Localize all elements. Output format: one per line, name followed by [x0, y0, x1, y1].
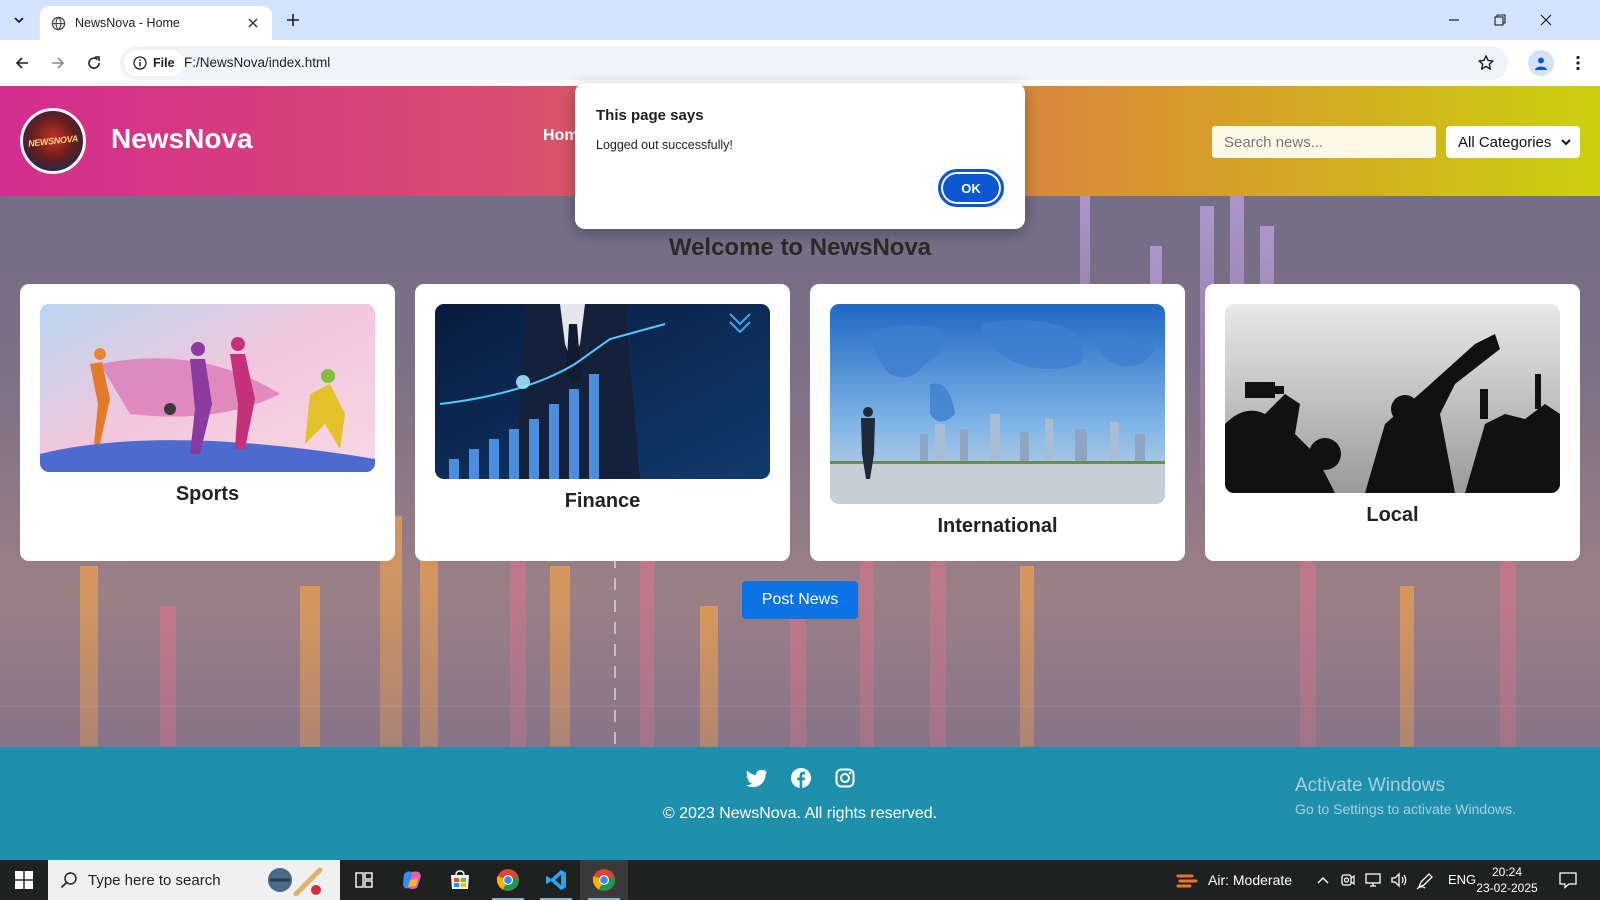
category-select-value: All Categories [1458, 133, 1552, 151]
dialog-message: Logged out successfully! [596, 138, 733, 152]
camera-icon[interactable] [1340, 872, 1356, 888]
browser-toolbar: File F:/NewsNova/index.html [0, 40, 1600, 86]
category-card-local[interactable]: Local [1205, 284, 1580, 561]
address-bar[interactable]: File F:/NewsNova/index.html [120, 46, 1508, 80]
vscode-taskbar-icon[interactable] [532, 860, 580, 900]
category-card-finance[interactable]: Finance [415, 284, 790, 561]
chevron-down-icon [1561, 139, 1571, 146]
search-news-input[interactable] [1212, 126, 1436, 158]
close-window-button[interactable] [1530, 6, 1562, 34]
copilot-icon[interactable] [388, 860, 436, 900]
bookmark-star-icon[interactable] [1476, 53, 1496, 73]
air-quality-text[interactable]: Air: Moderate [1208, 872, 1292, 888]
restore-icon [1494, 14, 1506, 26]
chrome-active-taskbar-icon[interactable] [580, 860, 628, 900]
info-icon [133, 56, 147, 70]
taskbar-search-box[interactable]: Type here to search [48, 860, 340, 900]
card-label-finance: Finance [564, 490, 641, 512]
category-card-international[interactable]: International [810, 284, 1185, 561]
globe-icon [50, 15, 66, 31]
chevron-up-icon[interactable] [1316, 874, 1330, 886]
category-card-sports[interactable]: Sports [20, 284, 395, 561]
restore-button[interactable] [1484, 6, 1516, 34]
browser-tab-bar: NewsNova - Home [0, 0, 1600, 40]
windows-activation-watermark: Activate Windows Go to Settings to activ… [1295, 775, 1516, 817]
international-image [830, 304, 1165, 504]
card-label-sports: Sports [175, 483, 240, 505]
plus-icon [287, 14, 299, 26]
site-logo[interactable]: NEWSNOVA [20, 108, 86, 174]
back-button[interactable] [8, 49, 36, 77]
microsoft-store-icon[interactable] [436, 860, 484, 900]
reload-icon [88, 56, 100, 69]
card-label-international: International [937, 515, 1058, 537]
sports-image [40, 304, 375, 472]
air-quality-icon[interactable] [1176, 870, 1198, 892]
volume-icon[interactable] [1390, 872, 1408, 888]
close-tab-icon[interactable] [244, 14, 262, 32]
close-icon [1540, 14, 1552, 26]
watermark-title: Activate Windows [1295, 775, 1445, 796]
taskbar-clock[interactable]: 20:24 23-02-2025 [1474, 864, 1540, 896]
facebook-icon[interactable] [790, 767, 812, 789]
network-icon[interactable] [1364, 872, 1382, 888]
search-icon [60, 872, 77, 889]
instagram-icon[interactable] [834, 767, 856, 789]
alert-dialog: This page says Logged out successfully! … [575, 83, 1025, 229]
taskbar-search-placeholder: Type here to search [88, 871, 221, 889]
language-indicator[interactable]: ENG [1448, 872, 1476, 887]
site-info-chip[interactable]: File [124, 50, 184, 76]
start-button[interactable] [0, 860, 48, 900]
site-footer: © 2023 NewsNova. All rights reserved. Ac… [0, 747, 1600, 860]
card-label-local: Local [1366, 504, 1419, 526]
tab-search-button[interactable] [6, 7, 32, 33]
minimize-button[interactable] [1438, 6, 1470, 34]
pen-icon[interactable] [1416, 872, 1434, 890]
site-chip-label: File [153, 56, 175, 70]
chrome-taskbar-icon[interactable] [484, 860, 532, 900]
logo-text: NEWSNOVA [27, 133, 79, 149]
chevron-down-icon [14, 17, 24, 24]
clock-time: 20:24 [1491, 865, 1523, 879]
task-view-icon[interactable] [340, 860, 388, 900]
forward-button[interactable] [44, 49, 72, 77]
category-select[interactable]: All Categories [1446, 126, 1580, 158]
reload-button[interactable] [80, 49, 108, 77]
arrow-right-icon [52, 57, 65, 69]
windows-taskbar: Type here to search Air: Moderate ENG 20… [0, 860, 1600, 900]
clock-date: 23-02-2025 [1476, 881, 1538, 895]
browser-tab-active[interactable]: NewsNova - Home [40, 6, 272, 40]
arrow-left-icon [15, 57, 28, 69]
minimize-icon [1449, 19, 1459, 21]
dialog-title: This page says [596, 107, 704, 124]
cricket-search-highlight-icon [268, 867, 323, 897]
post-news-button[interactable]: Post News [742, 581, 858, 619]
windows-logo-icon [15, 871, 33, 889]
dialog-ok-button[interactable]: OK [938, 169, 1004, 207]
local-image [1225, 304, 1560, 493]
notification-icon[interactable] [1558, 871, 1578, 889]
url-text[interactable]: F:/NewsNova/index.html [184, 55, 330, 70]
profile-avatar-icon[interactable] [1528, 50, 1554, 76]
browser-menu-icon[interactable] [1566, 50, 1590, 76]
site-brand-name[interactable]: NewsNova [111, 123, 253, 155]
welcome-heading: Welcome to NewsNova [668, 234, 932, 261]
new-tab-button[interactable] [282, 9, 304, 31]
finance-image [435, 304, 770, 479]
twitter-icon[interactable] [745, 767, 767, 789]
tab-title: NewsNova - Home [75, 16, 180, 30]
watermark-subtitle: Go to Settings to activate Windows. [1295, 801, 1516, 817]
